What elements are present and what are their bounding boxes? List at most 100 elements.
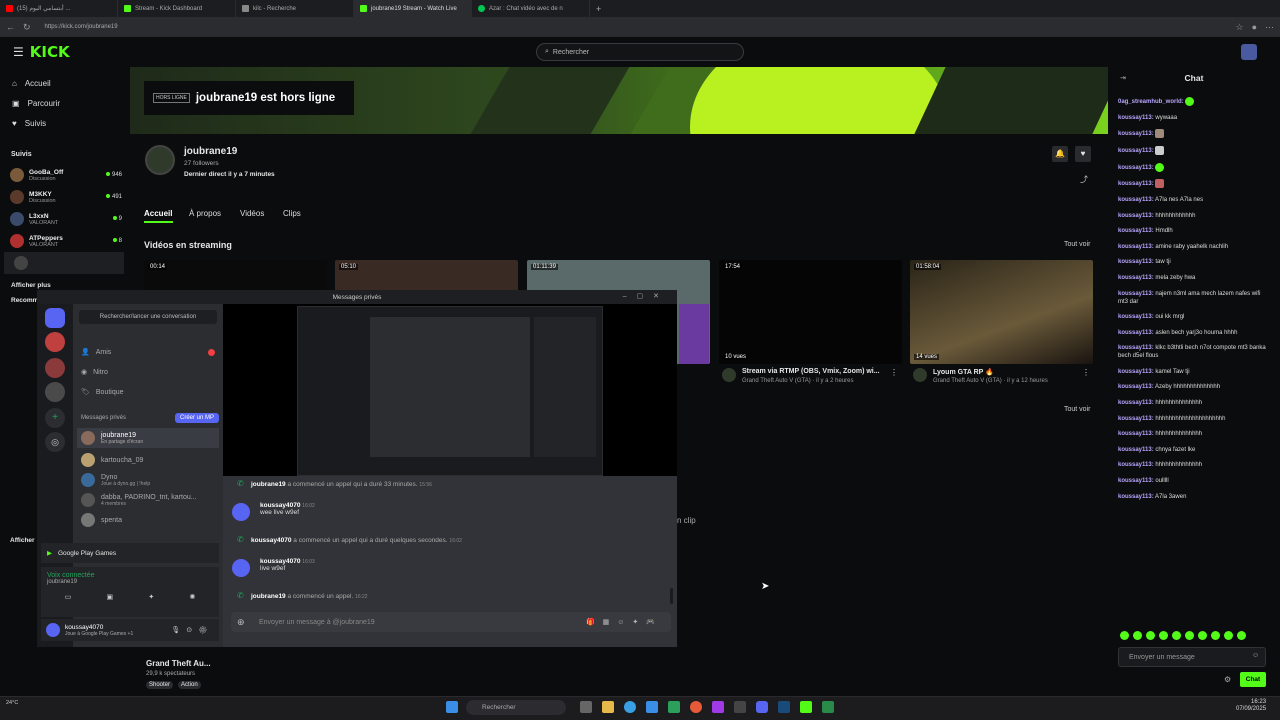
dm-search[interactable]: Rechercher/lancer une conversation	[79, 310, 217, 324]
more-options-icon[interactable]: ⋮	[890, 368, 898, 377]
steam-icon[interactable]	[778, 701, 790, 713]
app-icon[interactable]	[712, 701, 724, 713]
dm-menu-nitro[interactable]: ◉ Nitro	[73, 362, 223, 382]
clock[interactable]: 16:23 07/09/2025	[1236, 699, 1266, 713]
browser-tab[interactable]: Stream - Kick Dashboard	[118, 0, 236, 17]
hamburger-icon[interactable]: ☰	[13, 45, 24, 59]
edge-icon[interactable]	[624, 701, 636, 713]
create-dm-button[interactable]: Créer un MP	[174, 413, 219, 423]
emote-icon[interactable]	[1133, 631, 1142, 640]
dm-menu-friends[interactable]: 👤 Amis	[73, 342, 223, 362]
see-all-link[interactable]: Tout voir	[1064, 406, 1090, 413]
browser-tab[interactable]: Azar : Chat vidéo avec de n	[472, 0, 590, 17]
tab-a-propos[interactable]: À propos	[189, 209, 221, 218]
browser-tab-active[interactable]: joubrane19 Stream - Watch Live	[354, 0, 472, 17]
weather-widget[interactable]: 24°C	[6, 700, 18, 706]
camera-icon[interactable]: ▭	[65, 593, 72, 601]
bell-icon[interactable]: 🔔	[1052, 146, 1068, 162]
emote-icon[interactable]	[1146, 631, 1155, 640]
follow-item[interactable]: GooBa_Off Discussion 946	[0, 164, 130, 186]
screen-share-view[interactable]	[223, 304, 709, 476]
video-thumbnail[interactable]: 17:54 10 vues	[719, 260, 902, 364]
video-title[interactable]: Lyoum GTA RP 🔥	[933, 368, 994, 376]
follow-item[interactable]: ATPeppers VALORANT 8	[0, 230, 130, 252]
file-explorer-icon[interactable]	[602, 701, 614, 713]
emote-icon[interactable]	[1211, 631, 1220, 640]
emote-icon[interactable]	[1198, 631, 1207, 640]
tab-accueil[interactable]: Accueil	[144, 209, 172, 218]
nav-parcourir[interactable]: ▣ Parcourir	[0, 93, 130, 113]
add-server-icon[interactable]: +	[45, 408, 65, 428]
channel-avatar[interactable]	[145, 145, 175, 175]
dm-item[interactable]: kartoucha_09	[73, 450, 223, 470]
search-input[interactable]: ⌕ Rechercher	[536, 43, 744, 61]
follow-heart-button[interactable]: ♥	[1075, 146, 1091, 162]
taskbar-search[interactable]: Rechercher	[466, 700, 566, 715]
obs-icon[interactable]	[734, 701, 746, 713]
screen-share-icon[interactable]: ▣	[107, 593, 114, 601]
scrollbar[interactable]	[670, 588, 673, 604]
discover-icon[interactable]: ◎	[45, 432, 65, 452]
profile-icon[interactable]: ●	[1252, 22, 1257, 32]
dm-item[interactable]: dabba, PADRINO_tnt, kartou... 4 membres	[73, 490, 223, 510]
soundboard-icon[interactable]: ✺	[190, 593, 196, 601]
category-tag[interactable]: Shooter	[146, 681, 174, 689]
follow-item[interactable]: M3KKY Discussion 491	[0, 186, 130, 208]
url-field[interactable]: https://kick.com/joubrane19	[45, 24, 1228, 30]
dm-item[interactable]: joubrane19 En partage d'écran	[77, 428, 219, 448]
app-icon[interactable]	[668, 701, 680, 713]
nav-accueil[interactable]: ⌂ Accueil	[0, 73, 130, 93]
emote-icon[interactable]	[1159, 631, 1168, 640]
nav-suivis[interactable]: ♥ Suivis	[0, 113, 130, 133]
follow-item[interactable]: L3xxN VALORANT 9	[0, 208, 130, 230]
browser-tab[interactable]: (15) أبتسامي اليوم ...	[0, 0, 118, 17]
window-controls[interactable]: –▢✕	[623, 292, 669, 300]
tab-clips[interactable]: Clips	[283, 209, 301, 218]
server-icon[interactable]	[45, 358, 65, 378]
dm-menu-shop[interactable]: 🏷 Boutique	[73, 382, 223, 402]
emote-icon[interactable]	[1172, 631, 1181, 640]
dm-item[interactable]: spenta	[73, 510, 223, 530]
activity-icon[interactable]: ✦	[148, 593, 154, 601]
see-all-link[interactable]: Tout voir	[1064, 241, 1090, 248]
show-more-link[interactable]: Afficher plus	[0, 274, 130, 289]
new-tab-button[interactable]: +	[590, 4, 601, 14]
chrome-icon[interactable]	[690, 701, 702, 713]
star-icon[interactable]: ☆	[1235, 22, 1243, 33]
tab-videos[interactable]: Vidéos	[240, 209, 264, 218]
emote-icon[interactable]	[1237, 631, 1246, 640]
browser-tab[interactable]: kilc - Recherche	[236, 0, 354, 17]
emote-icon[interactable]	[1120, 631, 1129, 640]
show-more-link[interactable]: Afficher	[10, 537, 35, 544]
task-view-icon[interactable]	[580, 701, 592, 713]
gear-icon[interactable]: ⚙	[1224, 675, 1231, 684]
back-icon[interactable]: ←	[6, 22, 15, 32]
dm-item[interactable]: Dyno Joue à dyno.gg | !help	[73, 470, 223, 490]
input-tools-icons[interactable]: 🎁▦☺✦🎮	[586, 618, 663, 626]
kick-logo[interactable]: KICK	[30, 43, 70, 61]
mic-headset-settings-icons[interactable]: 🎙⊙⚙	[171, 626, 213, 634]
avatar[interactable]	[232, 559, 250, 577]
discord-icon[interactable]	[756, 701, 768, 713]
app-icon[interactable]	[822, 701, 834, 713]
follow-item[interactable]	[4, 252, 124, 274]
share-icon[interactable]: ⤴	[1080, 174, 1088, 185]
reload-icon[interactable]: ↻	[23, 22, 31, 33]
avatar[interactable]	[46, 623, 60, 637]
avatar[interactable]	[1241, 44, 1257, 60]
emote-icon[interactable]	[1185, 631, 1194, 640]
chat-send-button[interactable]: Chat	[1240, 672, 1266, 687]
server-icon[interactable]	[45, 332, 65, 352]
dm-message-input[interactable]: ⊕ Envoyer un message à @joubrane19 🎁▦☺✦🎮	[231, 612, 671, 632]
emote-icon[interactable]	[1224, 631, 1233, 640]
avatar[interactable]	[232, 503, 250, 521]
add-attachment-icon[interactable]: ⊕	[237, 617, 245, 628]
app-icon[interactable]	[646, 701, 658, 713]
kick-icon[interactable]	[800, 701, 812, 713]
category-tag[interactable]: Action	[178, 681, 201, 689]
chat-input[interactable]: Envoyer un message	[1118, 647, 1266, 667]
video-thumbnail[interactable]: 01:58:04 14 vues	[910, 260, 1093, 364]
windows-start-icon[interactable]	[446, 701, 458, 713]
discord-home-icon[interactable]	[45, 308, 65, 328]
collapse-chat-icon[interactable]: ⇥	[1120, 74, 1126, 82]
